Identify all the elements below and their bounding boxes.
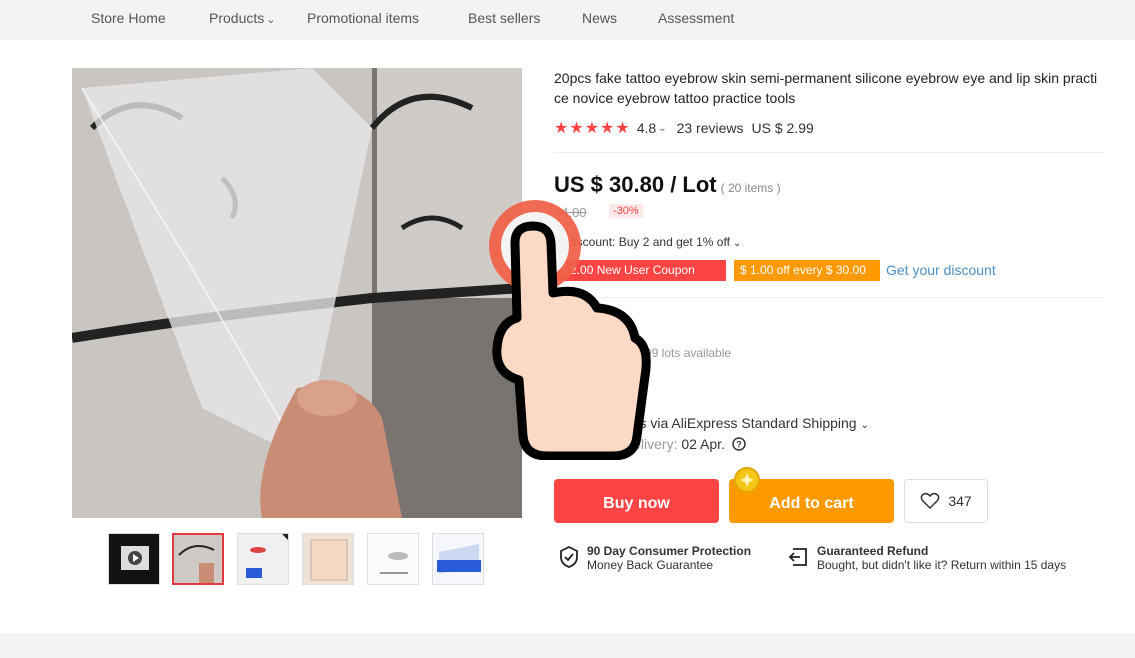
thumbnail-3[interactable]: [237, 533, 289, 585]
thumbnail-image: [433, 534, 483, 584]
chevron-down-icon: ⌄: [266, 14, 276, 26]
product-photo: [72, 68, 522, 518]
thumbnail-image: [303, 534, 353, 584]
rating-value[interactable]: 4.8: [637, 120, 656, 136]
thumbnail-5[interactable]: [367, 533, 419, 585]
store-coupon[interactable]: $ 1.00 off every $ 30.00: [734, 260, 880, 281]
thumbnail-video[interactable]: [108, 533, 160, 585]
svg-text:?: ?: [736, 440, 742, 450]
thumbnail-image: [368, 534, 418, 584]
star-icon: ★★★★★: [554, 120, 631, 137]
thumbnail-image: [238, 534, 288, 584]
buy-now-button[interactable]: Buy now: [554, 479, 719, 523]
chevron-down-icon: ⌄: [732, 238, 742, 249]
refund-title: Guaranteed Refund: [817, 544, 929, 558]
nav-products[interactable]: Products ⌄: [209, 10, 275, 26]
price-value: US $ 30.80 / Lot: [554, 172, 717, 197]
delivery-date: 02 Apr.: [681, 436, 725, 452]
thumbnail-4[interactable]: [302, 533, 354, 585]
nav-promotional-items[interactable]: Promotional items: [307, 10, 419, 26]
availability: 99 lots available: [645, 346, 732, 360]
guaranteed-refund: Guaranteed Refund Bought, but didn't like…: [787, 544, 1066, 572]
nav-store-home[interactable]: Store Home: [91, 10, 166, 26]
hand-pointer-icon: [489, 200, 651, 460]
lot-price: US $ 30.80 / Lot( 20 items ): [554, 172, 781, 198]
shield-icon: [560, 546, 578, 568]
shipping-method-text: ates via AliExpress Standard Shipping: [620, 415, 857, 431]
wishlist-count: 347: [948, 493, 972, 509]
reviews-link[interactable]: 23 reviews: [677, 120, 744, 136]
protection-title: 90 Day Consumer Protection: [587, 544, 752, 558]
chevron-down-icon: ⌄: [860, 420, 869, 431]
product-main-image[interactable]: [72, 68, 522, 518]
rating-row: ★★★★★ 4.8 ⌄ 23 reviews US $ 2.99: [554, 118, 814, 138]
unit-note: ( 20 items ): [720, 181, 781, 195]
thumbnail-image: [174, 535, 222, 583]
nav-assessment[interactable]: Assessment: [658, 10, 734, 26]
product-info: 20pcs fake tattoo eyebrow skin semi-perm…: [554, 68, 1104, 137]
chevron-down-icon[interactable]: ⌄: [658, 123, 666, 134]
thumbnail-6[interactable]: [432, 533, 484, 585]
help-icon[interactable]: ?: [732, 437, 746, 451]
nav-products-label: Products: [209, 10, 265, 26]
reference-price: US $ 2.99: [751, 120, 814, 136]
wishlist-button[interactable]: 347: [904, 479, 988, 523]
refund-icon: [788, 548, 807, 566]
store-nav: Store Home Products ⌄ Promotional items B…: [0, 0, 1135, 40]
product-title: 20pcs fake tattoo eyebrow skin semi-perm…: [554, 70, 1098, 106]
thumbnail-2[interactable]: [172, 533, 224, 585]
divider: [554, 152, 1104, 153]
protection-subtitle: Money Back Guarantee: [587, 558, 714, 572]
refund-subtitle: Bought, but didn't like it? Return withi…: [817, 558, 1067, 572]
footer-bar: [0, 633, 1135, 658]
nav-news[interactable]: News: [582, 10, 617, 26]
nav-best-sellers[interactable]: Best sellers: [468, 10, 540, 26]
video-play-icon: [109, 534, 159, 584]
shipping-method[interactable]: ates via AliExpress Standard Shipping ⌄: [620, 415, 869, 431]
coin-icon: [734, 467, 760, 493]
get-discount-link[interactable]: Get your discount: [886, 262, 996, 278]
heart-icon: [920, 492, 940, 510]
consumer-protection: 90 Day Consumer Protection Money Back Gua…: [559, 544, 751, 572]
